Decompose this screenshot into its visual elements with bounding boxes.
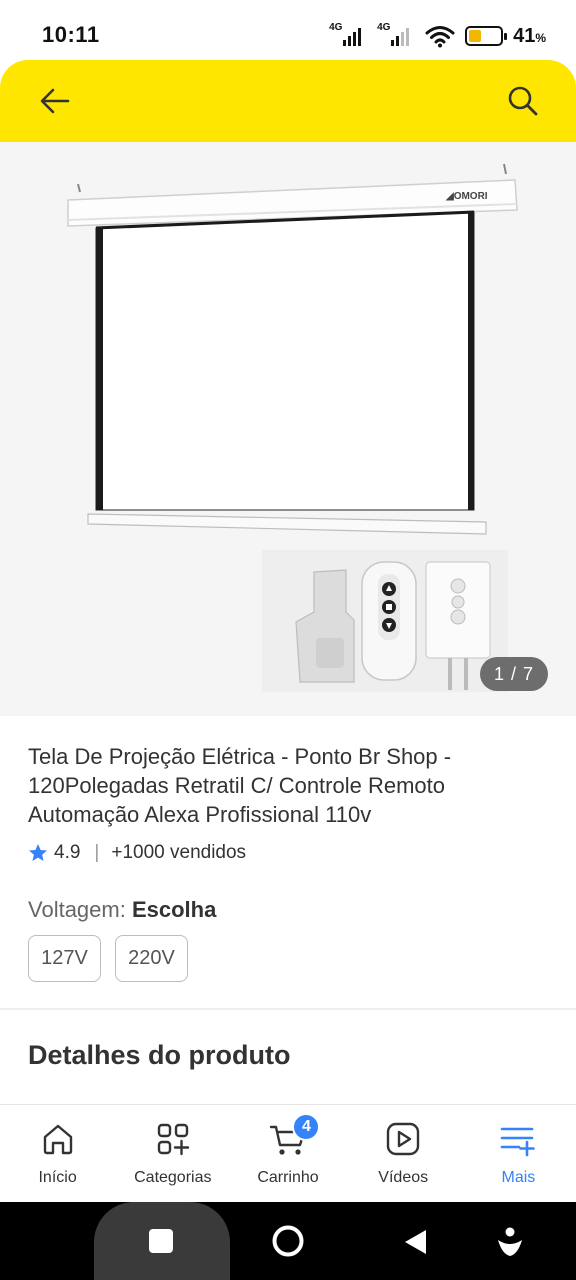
nav-item-carrinho[interactable]: 4 Carrinho (230, 1105, 345, 1202)
sold-count: +1000 vendidos (111, 842, 247, 863)
product-image: ◢OMORI (67, 163, 518, 692)
video-icon (387, 1122, 420, 1156)
brand-logo: ◢OMORI (445, 191, 488, 202)
recents-icon[interactable] (148, 1228, 174, 1254)
nav-item-categorias[interactable]: Categorias (115, 1105, 230, 1202)
nav-label: Início (38, 1169, 77, 1186)
cell-signal-icon: 4G (377, 22, 415, 48)
categories-icon (157, 1123, 189, 1156)
nav-item-videos[interactable]: Vídeos (346, 1105, 461, 1202)
voltage-option-220v[interactable]: 220V (115, 935, 188, 982)
back-triangle-icon[interactable] (402, 1228, 428, 1256)
status-icons: 4G 4G 41% (329, 22, 546, 50)
voltage-value: Escolha (131, 897, 217, 922)
rating-row: 4.9 | +1000 vendidos (28, 840, 246, 866)
voltage-options: 127V 220V (28, 935, 188, 982)
details-heading[interactable]: Detalhes do produto (28, 1040, 291, 1071)
network-type-1: 4G (329, 22, 343, 33)
nav-label: Categorias (134, 1169, 212, 1186)
rating-score: 4.9 (54, 842, 81, 863)
nav-label: Mais (501, 1169, 536, 1186)
arrow-left-icon (40, 88, 70, 114)
network-type-2: 4G (377, 22, 391, 33)
nav-label: Carrinho (257, 1169, 319, 1186)
divider (0, 1008, 576, 1010)
app-header (0, 60, 576, 142)
assistant-icon[interactable] (496, 1226, 524, 1258)
image-counter: 1 / 7 (479, 657, 548, 691)
search-button[interactable] (500, 78, 546, 124)
wifi-icon (425, 26, 455, 48)
product-image-gallery[interactable]: ◢OMORI 1 / 7 (0, 142, 576, 716)
star-icon (29, 844, 47, 861)
bottom-nav: Início Categorias 4 Carrinho Vídeos Mais (0, 1104, 576, 1202)
system-nav-bar (0, 1202, 576, 1280)
voltage-option-127v[interactable]: 127V (28, 935, 101, 982)
status-bar: 10:11 4G 4G 41% (0, 0, 576, 64)
status-time: 10:11 (42, 22, 100, 47)
rating-separator: | (94, 842, 100, 863)
back-button[interactable] (32, 78, 78, 124)
home-circle-icon[interactable] (271, 1224, 305, 1258)
nav-item-mais[interactable]: Mais (461, 1105, 576, 1202)
voltage-label-text: Voltagem: (28, 897, 126, 922)
cart-badge: 4 (292, 1113, 321, 1141)
home-icon (43, 1124, 72, 1155)
battery-icon (465, 26, 508, 46)
product-title: Tela De Projeção Elétrica - Ponto Br Sho… (28, 744, 452, 827)
battery-percent: 41% (513, 24, 546, 47)
nav-item-inicio[interactable]: Início (0, 1105, 115, 1202)
voltage-label: Voltagem: Escolha (28, 897, 216, 923)
search-icon (508, 86, 538, 116)
nav-label: Vídeos (378, 1169, 429, 1186)
cell-signal-icon: 4G (329, 22, 367, 48)
menu-plus-icon (501, 1127, 536, 1157)
